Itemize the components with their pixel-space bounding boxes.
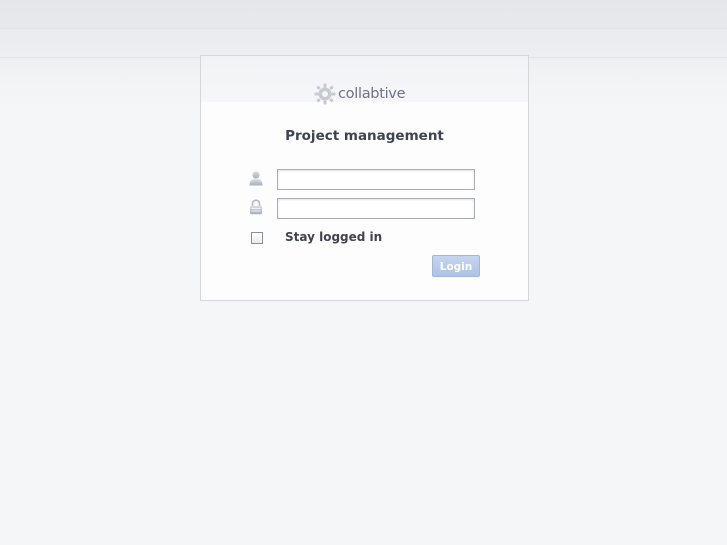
user-icon [248, 170, 264, 186]
gear-icon [314, 82, 336, 106]
collabtive-logo: collabtive [314, 81, 406, 107]
login-panel: collabtive Project management Stay logge… [200, 55, 529, 301]
page-title: Project management [285, 128, 444, 144]
stay-logged-in-label[interactable]: Stay logged in [285, 230, 382, 244]
login-button[interactable]: Login [432, 255, 480, 277]
stay-logged-in-checkbox[interactable] [251, 232, 263, 244]
header-divider [0, 28, 727, 29]
lock-icon [248, 199, 264, 215]
username-field[interactable] [277, 169, 475, 190]
logo-wordmark: collabtive [338, 86, 406, 102]
password-field[interactable] [277, 198, 475, 219]
